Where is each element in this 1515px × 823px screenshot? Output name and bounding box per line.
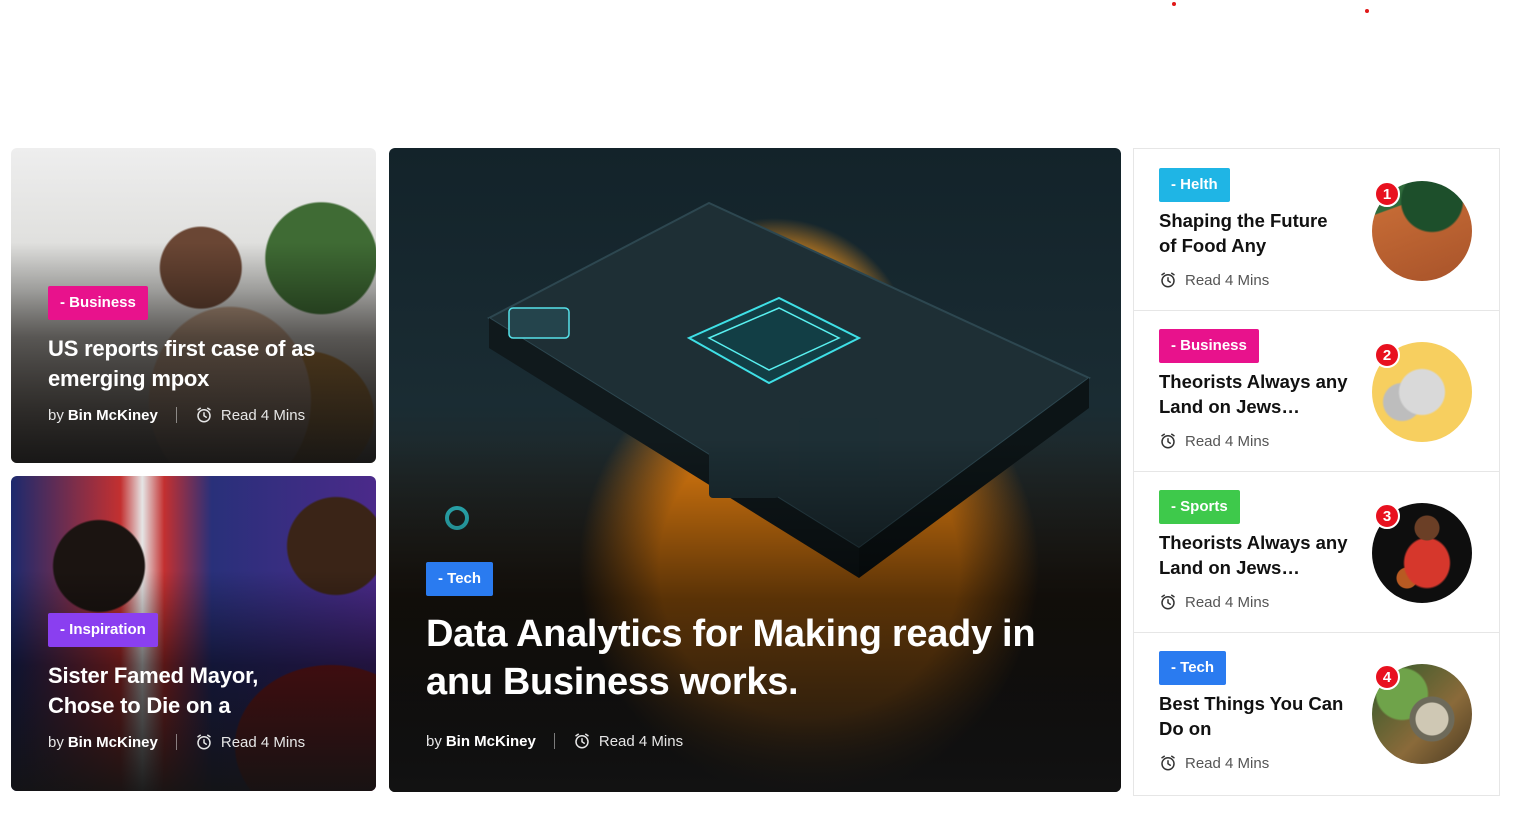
decor-dot bbox=[1172, 2, 1176, 6]
meta-divider bbox=[175, 407, 177, 423]
alarm-clock-icon bbox=[1159, 432, 1177, 450]
meta-divider bbox=[175, 734, 177, 750]
category-badge[interactable]: - Inspiration bbox=[48, 613, 158, 647]
sidebar-item-title[interactable]: Shaping the Future of Food Any bbox=[1159, 208, 1349, 258]
category-badge[interactable]: - Tech bbox=[426, 562, 494, 596]
sidebar-item-title[interactable]: Theorists Always any Land on Jews… bbox=[1159, 530, 1349, 580]
read-time: Read 4 Mins bbox=[1185, 593, 1270, 611]
author-link[interactable]: Bin McKiney bbox=[68, 734, 158, 751]
meta-divider bbox=[553, 733, 555, 749]
alarm-clock-icon bbox=[1159, 593, 1177, 611]
author-link[interactable]: Bin McKiney bbox=[68, 407, 158, 424]
hero-article-card[interactable]: - Tech Data Analytics for Making ready i… bbox=[389, 148, 1121, 792]
sidebar-item-2[interactable]: - Business Theorists Always any Land on … bbox=[1134, 310, 1499, 472]
article-title[interactable]: Sister Famed Mayor, Chose to Die on a bbox=[48, 661, 298, 721]
trending-sidebar: - Helth Shaping the Future of Food Any R… bbox=[1133, 148, 1500, 796]
article-card-business[interactable]: - Business US reports first case of as e… bbox=[11, 148, 376, 463]
alarm-clock-icon bbox=[1159, 271, 1177, 289]
hero-title[interactable]: Data Analytics for Making ready in anu B… bbox=[426, 610, 1076, 706]
category-badge[interactable]: - Helth bbox=[1159, 168, 1230, 202]
sidebar-item-title[interactable]: Best Things You Can Do on bbox=[1159, 691, 1349, 741]
read-time: Read 4 Mins bbox=[1185, 271, 1270, 289]
alarm-clock-icon bbox=[195, 733, 213, 751]
sidebar-item-4[interactable]: - Tech Best Things You Can Do on Read 4 … bbox=[1134, 632, 1499, 793]
article-title[interactable]: US reports first case of as emerging mpo… bbox=[48, 334, 348, 394]
by-label: by bbox=[48, 406, 64, 424]
rank-badge: 4 bbox=[1374, 664, 1400, 690]
article-meta: by Bin McKiney Read 4 Mins bbox=[48, 406, 356, 424]
alarm-clock-icon bbox=[573, 732, 591, 750]
rank-badge: 2 bbox=[1374, 342, 1400, 368]
article-meta: by Bin McKiney Read 4 Mins bbox=[426, 732, 1091, 750]
category-badge[interactable]: - Business bbox=[48, 286, 148, 320]
read-time: Read 4 Mins bbox=[1185, 432, 1270, 450]
article-meta: by Bin McKiney Read 4 Mins bbox=[48, 733, 356, 751]
category-badge[interactable]: - Business bbox=[1159, 329, 1259, 363]
rank-badge: 1 bbox=[1374, 181, 1400, 207]
alarm-clock-icon bbox=[1159, 754, 1177, 772]
read-time-row: Read 4 Mins bbox=[1159, 271, 1269, 289]
alarm-clock-icon bbox=[195, 406, 213, 424]
read-time: Read 4 Mins bbox=[220, 733, 306, 751]
read-time: Read 4 Mins bbox=[598, 732, 684, 750]
by-label: by bbox=[426, 732, 442, 750]
sidebar-item-3[interactable]: - Sports Theorists Always any Land on Je… bbox=[1134, 471, 1499, 633]
read-time-row: Read 4 Mins bbox=[1159, 754, 1269, 772]
rank-badge: 3 bbox=[1374, 503, 1400, 529]
article-card-inspiration[interactable]: - Inspiration Sister Famed Mayor, Chose … bbox=[11, 476, 376, 791]
read-time-row: Read 4 Mins bbox=[1159, 432, 1269, 450]
by-label: by bbox=[48, 733, 64, 751]
category-badge[interactable]: - Tech bbox=[1159, 651, 1227, 685]
category-badge[interactable]: - Sports bbox=[1159, 490, 1240, 524]
read-time: Read 4 Mins bbox=[1185, 754, 1270, 772]
decor-dot bbox=[1365, 9, 1369, 13]
read-time: Read 4 Mins bbox=[220, 406, 306, 424]
sidebar-item-title[interactable]: Theorists Always any Land on Jews… bbox=[1159, 369, 1349, 419]
sidebar-item-1[interactable]: - Helth Shaping the Future of Food Any R… bbox=[1134, 149, 1499, 311]
read-time-row: Read 4 Mins bbox=[1159, 593, 1269, 611]
author-link[interactable]: Bin McKiney bbox=[446, 733, 536, 750]
